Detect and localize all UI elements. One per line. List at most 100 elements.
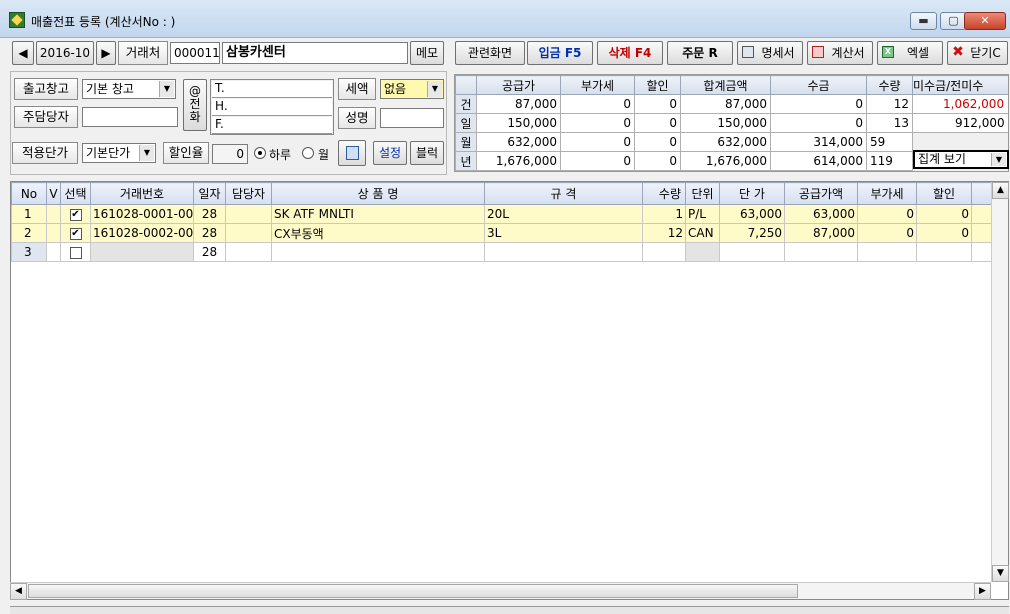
month-radio[interactable] (302, 147, 314, 159)
trade-no-cell[interactable]: 161028-0001-00 (90, 204, 194, 224)
grid-header[interactable]: 수량 (642, 182, 686, 205)
select-checkbox[interactable]: ✔ (69, 227, 82, 240)
select-cell[interactable] (60, 242, 91, 262)
close-window-button[interactable]: ✕ (964, 12, 1006, 30)
phone-button[interactable]: @전화 (183, 79, 207, 131)
grid-header[interactable]: 상 품 명 (271, 182, 485, 205)
scroll-down-icon[interactable]: ▼ (992, 565, 1009, 582)
grid-header[interactable]: 공급가액 (784, 182, 858, 205)
qty-cell[interactable] (642, 242, 686, 262)
scroll-left-icon[interactable]: ◀ (10, 583, 27, 600)
day-cell[interactable]: 28 (193, 223, 226, 243)
discount-cell[interactable] (916, 242, 972, 262)
vat-cell[interactable] (857, 242, 917, 262)
statement-button[interactable]: 명세서 (737, 41, 803, 65)
order-button[interactable]: 주문 R (667, 41, 733, 65)
discount-cell[interactable]: 0 (916, 204, 972, 224)
price-select[interactable]: 기본단가 ▼ (82, 143, 156, 163)
close-form-button[interactable]: ✖ 닫기C (947, 41, 1008, 65)
unit-cell[interactable]: P/L (685, 204, 720, 224)
select-checkbox[interactable] (69, 246, 82, 259)
grid-header[interactable]: No (11, 182, 47, 205)
memo-button[interactable]: 메모 (410, 41, 444, 65)
contact-box (210, 79, 334, 135)
product-cell[interactable]: CX부동액 (271, 223, 485, 243)
grid-header[interactable]: 선택 (60, 182, 91, 205)
delete-button[interactable]: 삭제 F4 (597, 41, 663, 65)
spec-cell[interactable] (484, 242, 643, 262)
trade-no-cell[interactable] (90, 242, 194, 262)
scroll-up-icon[interactable]: ▲ (992, 182, 1009, 199)
unit-cell[interactable] (685, 242, 720, 262)
grid-header[interactable]: 부가세 (857, 182, 917, 205)
partner-code-field[interactable]: 000011 (170, 42, 220, 64)
day-radio[interactable] (254, 147, 266, 159)
vat-cell[interactable]: 0 (857, 204, 917, 224)
horizontal-scrollbar[interactable]: ◀ ▶ (10, 582, 991, 600)
spec-cell[interactable]: 3L (484, 223, 643, 243)
warehouse-select[interactable]: 기본 창고 ▼ (82, 79, 176, 99)
grid-header[interactable]: 할인 (916, 182, 972, 205)
grid-header[interactable]: V (46, 182, 61, 205)
day-cell[interactable]: 28 (193, 204, 226, 224)
prev-month-button[interactable]: ◀ (12, 41, 34, 65)
bottom-tab-strip[interactable] (10, 606, 1009, 614)
day-cell[interactable]: 28 (193, 242, 226, 262)
qty-cell[interactable]: 12 (642, 223, 686, 243)
manager-cell[interactable] (225, 223, 272, 243)
summary-row-label: 년 (455, 151, 477, 171)
table-row[interactable]: 1 ✔ 161028-0001-00 28 SK ATF MNLTI 20L 1… (11, 204, 991, 224)
deposit-button[interactable]: 입금 F5 (527, 41, 593, 65)
trade-no-cell[interactable]: 161028-0002-00 (90, 223, 194, 243)
vat-cell[interactable]: 0 (857, 223, 917, 243)
product-cell[interactable]: SK ATF MNLTI (271, 204, 485, 224)
related-screen-button[interactable]: 관련화면 (455, 41, 525, 65)
grid-header[interactable]: 단위 (685, 182, 720, 205)
spec-cell[interactable]: 20L (484, 204, 643, 224)
v-cell[interactable] (46, 242, 61, 262)
v-cell[interactable] (46, 223, 61, 243)
discount-cell[interactable]: 0 (916, 223, 972, 243)
block-button[interactable]: 블럭 (410, 141, 444, 165)
price-cell[interactable] (719, 242, 785, 262)
next-month-button[interactable]: ▶ (96, 41, 116, 65)
invoice-button[interactable]: 계산서 (807, 41, 873, 65)
table-row[interactable]: 2 ✔ 161028-0002-00 28 CX부동액 3L 12 CAN 7,… (11, 223, 991, 243)
grid-header[interactable]: 규 격 (484, 182, 643, 205)
name-field[interactable] (380, 108, 444, 128)
product-cell[interactable] (271, 242, 485, 262)
summary-view-select[interactable]: 집계 보기 ▼ (913, 150, 1009, 169)
grid-header[interactable]: 거래번호 (90, 182, 194, 205)
horizontal-scroll-thumb[interactable] (28, 584, 798, 598)
settings-button[interactable]: 설정 (373, 141, 407, 165)
table-row[interactable]: 3 28 (11, 242, 991, 262)
minimize-button[interactable]: ▬ (910, 12, 937, 30)
select-cell[interactable]: ✔ (60, 204, 91, 224)
grid-header[interactable]: 단 가 (719, 182, 785, 205)
unit-cell[interactable]: CAN (685, 223, 720, 243)
select-checkbox[interactable]: ✔ (69, 208, 82, 221)
select-cell[interactable]: ✔ (60, 223, 91, 243)
partner-name-field[interactable]: 삼봉카센터 (222, 42, 408, 64)
grid-header[interactable]: 담당자 (225, 182, 272, 205)
v-cell[interactable] (46, 204, 61, 224)
manager-cell[interactable] (225, 242, 272, 262)
manager-field[interactable] (82, 107, 178, 127)
maximize-button[interactable]: ▢ (940, 12, 967, 30)
manager-cell[interactable] (225, 204, 272, 224)
scroll-right-icon[interactable]: ▶ (974, 583, 991, 600)
discount-field[interactable]: 0 (212, 144, 248, 164)
excel-button[interactable]: X 엑셀 (877, 41, 943, 65)
refresh-button[interactable] (338, 140, 366, 166)
supply-cell[interactable]: 87,000 (784, 223, 858, 243)
grid-header[interactable]: 일자 (193, 182, 226, 205)
vertical-scrollbar[interactable]: ▲ ▼ (991, 182, 1009, 582)
price-cell[interactable]: 63,000 (719, 204, 785, 224)
price-cell[interactable]: 7,250 (719, 223, 785, 243)
chevron-down-icon: ▼ (159, 81, 174, 97)
tax-select[interactable]: 없음 ▼ (380, 79, 444, 99)
supply-cell[interactable] (784, 242, 858, 262)
supply-cell[interactable]: 63,000 (784, 204, 858, 224)
qty-cell[interactable]: 1 (642, 204, 686, 224)
date-field[interactable]: 2016-10 (36, 41, 94, 65)
